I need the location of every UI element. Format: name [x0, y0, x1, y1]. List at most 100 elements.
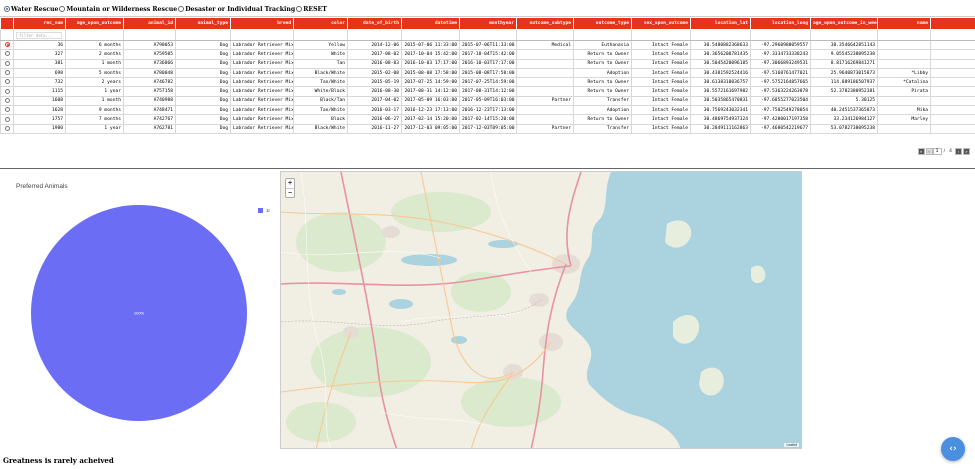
last-page-button[interactable]: »: [963, 147, 970, 155]
table-cell: [516, 77, 574, 88]
table-cell: 327: [13, 49, 66, 60]
table-cell: 30.5572161697982: [690, 86, 751, 97]
radio-option-0[interactable]: Water Rescue: [4, 6, 58, 13]
column-header[interactable]: animal_type: [175, 17, 231, 30]
row-select-radio[interactable]: [4, 116, 10, 122]
table-row[interactable]: 1115 1 year A757158 Dog Labrador Retriever M…: [0, 86, 975, 97]
column-header[interactable]: [0, 17, 14, 30]
filter-input[interactable]: filter data...: [16, 31, 62, 39]
filter-cell: [347, 29, 402, 41]
row-select-radio[interactable]: [4, 97, 10, 103]
table-cell: Intact Female: [631, 58, 691, 69]
table-row[interactable]: 327 2 months A759505 Dog Labrador Retriever …: [0, 49, 975, 60]
column-header[interactable]: breed: [230, 17, 294, 30]
radio-button[interactable]: [178, 6, 185, 12]
table-cell: Return to Owner: [573, 49, 632, 60]
column-header[interactable]: rec_num: [13, 17, 66, 30]
table-cell: Dog: [175, 105, 231, 116]
filter-cell: [459, 29, 517, 41]
table-cell: 7 months: [65, 114, 124, 125]
column-header[interactable]: monthyear: [459, 17, 517, 30]
table-cell: 2016-12-23T17:13:00: [459, 105, 517, 116]
zoom-out-button[interactable]: −: [286, 188, 294, 197]
table-cell: Transfer: [573, 95, 632, 107]
radio-option-2[interactable]: Desaster or Individual Tracking: [178, 6, 295, 13]
column-header[interactable]: animal_id: [123, 17, 176, 30]
table-cell: [877, 58, 931, 69]
table-cell: Partner: [516, 123, 574, 134]
filter-cell: [573, 29, 632, 41]
first-page-button[interactable]: «: [917, 147, 925, 155]
table-row[interactable]: 1757 7 months A742767 Dog Labrador Retriever…: [0, 114, 975, 125]
zoom-in-button[interactable]: +: [286, 179, 294, 188]
row-select-radio[interactable]: [4, 70, 10, 76]
table-cell: Labrador Retriever Mix: [230, 39, 294, 51]
column-header[interactable]: age_upon_outcome_in_weeks: [810, 17, 878, 30]
page-number-input[interactable]: 1: [932, 147, 942, 155]
prev-page-button[interactable]: ‹: [925, 147, 933, 155]
row-select-radio[interactable]: [4, 88, 10, 94]
table-cell: 30.5035865470831: [690, 95, 751, 107]
radio-button[interactable]: [4, 6, 10, 12]
column-header[interactable]: date_of_birth: [347, 17, 402, 30]
table-cell: A780048: [123, 67, 176, 79]
table-cell: Adoption: [573, 105, 632, 116]
column-header[interactable]: location_long: [750, 17, 811, 30]
column-header[interactable]: location_lat: [690, 17, 751, 30]
table-row[interactable]: 36 6 months A790053 Dog Labrador Retriever M…: [0, 39, 975, 51]
table-cell: 2016-08-30: [347, 86, 402, 97]
table-row[interactable]: 381 1 month A736866 Dog Labrador Retriever M…: [0, 58, 975, 69]
table-row[interactable]: 1608 1 month A740988 Dog Labrador Retriever …: [0, 95, 975, 107]
table-cell: Return to Owner: [573, 77, 632, 88]
radio-button[interactable]: [59, 6, 66, 12]
table-row[interactable]: 1980 1 year A762781 Dog Labrador Retriever M…: [0, 123, 975, 134]
table-cell: -97.6855277023504: [750, 95, 811, 107]
row-select-cell: [0, 49, 14, 60]
table-cell: 5.30125: [810, 95, 878, 107]
table-cell: 2015-08-08T17:58:00: [459, 67, 517, 79]
row-select-radio[interactable]: [4, 107, 10, 113]
code-icon[interactable]: ‹›: [941, 437, 965, 461]
radio-option-3[interactable]: RESET: [296, 6, 327, 13]
table-cell: 2017-08-31 14:12:00: [401, 86, 460, 97]
radio-option-1[interactable]: Mountain or Wilderness Rescue: [59, 6, 177, 13]
radio-label: Desaster or Individual Tracking: [185, 5, 296, 13]
row-select-radio[interactable]: [4, 125, 10, 131]
table-cell: Tan/White: [293, 105, 348, 116]
table-row[interactable]: 732 2 years A746782 Dog Labrador Retriever M…: [0, 77, 975, 88]
chart-legend[interactable]: 1r: [258, 208, 270, 213]
row-select-cell: [0, 67, 14, 79]
column-header[interactable]: name: [877, 17, 931, 30]
table-cell: -97.2960988059557: [750, 39, 811, 51]
column-header[interactable]: color: [293, 17, 348, 30]
table-cell: 36: [13, 39, 66, 51]
next-page-button[interactable]: ›: [955, 147, 962, 155]
map-attribution[interactable]: Leaflet: [784, 443, 799, 447]
filter-cell: [175, 29, 231, 41]
row-select-radio[interactable]: [4, 60, 10, 66]
table-row[interactable]: 1628 9 months A748471 Dog Labrador Retriever…: [0, 105, 975, 116]
table-cell: [516, 58, 574, 69]
column-header[interactable]: anim: [930, 17, 975, 30]
column-header[interactable]: datetime: [401, 17, 460, 30]
row-select-radio[interactable]: [4, 51, 10, 57]
table-cell: [930, 58, 975, 69]
radio-button[interactable]: [296, 6, 303, 12]
table-cell: Black/White: [293, 123, 348, 134]
column-header[interactable]: outcome_subtype: [516, 17, 574, 30]
map-view[interactable]: + − Leaflet: [280, 171, 802, 449]
table-cell: Dog: [175, 86, 231, 97]
column-header[interactable]: outcome_type: [573, 17, 632, 30]
table-row[interactable]: 698 5 months A780048 Dog Labrador Retriever …: [0, 67, 975, 79]
table-cell: Intact Female: [631, 49, 691, 60]
row-select-radio[interactable]: [4, 79, 10, 85]
table-cell: 30.5045420096185: [690, 58, 751, 69]
table-cell: 1 year: [65, 123, 124, 134]
table-cell: 38.3546642851143: [810, 39, 878, 51]
table-cell: 2016-06-27: [347, 114, 402, 125]
legend-swatch: [258, 208, 263, 213]
row-select-radio[interactable]: [4, 42, 10, 48]
table-cell: 2014-12-06: [347, 39, 402, 51]
column-header[interactable]: age_upon_outcome: [65, 17, 124, 30]
column-header[interactable]: sex_upon_outcome: [631, 17, 691, 30]
